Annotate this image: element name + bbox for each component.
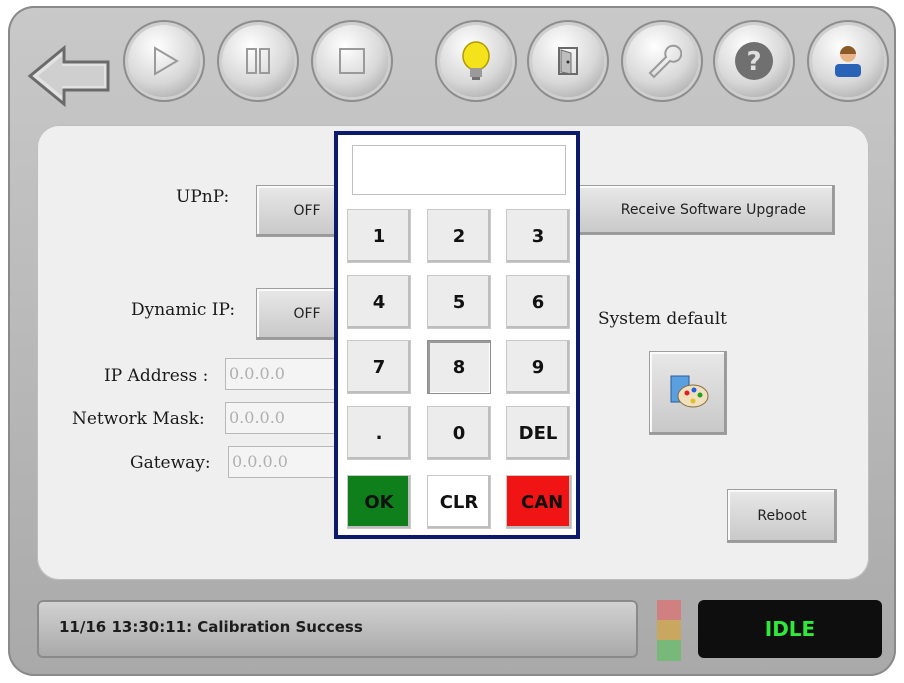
- status-light-green: [657, 640, 681, 661]
- dynamic-ip-label: Dynamic IP:: [131, 300, 236, 320]
- system-default-label: System default: [598, 309, 727, 329]
- help-button[interactable]: ?: [718, 25, 790, 97]
- key-0[interactable]: 0: [427, 406, 491, 460]
- cancel-button[interactable]: CAN: [506, 475, 572, 529]
- key-1[interactable]: 1: [347, 209, 411, 263]
- pause-button[interactable]: [222, 25, 294, 97]
- user-button[interactable]: [812, 25, 884, 97]
- settings-button[interactable]: [626, 25, 698, 97]
- user-icon: [826, 39, 870, 83]
- status-message: 11/16 13:30:11: Calibration Success: [59, 618, 363, 636]
- wrench-icon: [642, 41, 682, 81]
- upnp-label: UPnP:: [176, 187, 230, 207]
- machine-state-indicator: IDLE: [698, 600, 882, 658]
- light-button[interactable]: [440, 25, 512, 97]
- gateway-field[interactable]: 0.0.0.0: [228, 446, 338, 478]
- door-button[interactable]: [532, 25, 604, 97]
- key-8[interactable]: 8: [427, 340, 491, 394]
- help-icon: ?: [732, 39, 776, 83]
- key-decimal[interactable]: .: [347, 406, 411, 460]
- network-mask-field[interactable]: 0.0.0.0: [225, 402, 338, 434]
- gateway-label: Gateway:: [130, 453, 211, 473]
- status-message-bar: 11/16 13:30:11: Calibration Success: [37, 600, 638, 658]
- palette-icon: [665, 368, 711, 418]
- play-button[interactable]: [128, 25, 200, 97]
- door-icon: [551, 44, 585, 78]
- key-delete[interactable]: DEL: [506, 406, 570, 460]
- ok-button[interactable]: OK: [347, 475, 411, 529]
- machine-state-text: IDLE: [764, 617, 816, 641]
- reboot-button[interactable]: Reboot: [727, 489, 837, 543]
- key-2[interactable]: 2: [427, 209, 491, 263]
- back-arrow-icon[interactable]: [24, 44, 112, 108]
- ip-address-field[interactable]: 0.0.0.0: [225, 358, 338, 390]
- key-7[interactable]: 7: [347, 340, 411, 394]
- receive-upgrade-label: Receive Software Upgrade: [620, 202, 806, 218]
- stop-icon: [335, 44, 369, 78]
- keypad-display[interactable]: [352, 145, 566, 195]
- svg-text:?: ?: [746, 47, 761, 77]
- numeric-keypad: 1 2 3 4 5 6 7 8 9 . 0 DEL OK CLR CAN: [334, 131, 580, 539]
- status-light-red: [657, 600, 681, 621]
- key-6[interactable]: 6: [506, 275, 570, 329]
- pause-icon: [241, 44, 275, 78]
- status-light-yellow: [657, 620, 681, 641]
- system-default-button[interactable]: [649, 351, 727, 435]
- play-icon: [147, 44, 181, 78]
- network-mask-label: Network Mask:: [72, 409, 205, 429]
- key-9[interactable]: 9: [506, 340, 570, 394]
- receive-software-upgrade-button[interactable]: Receive Software Upgrade: [560, 185, 835, 235]
- key-5[interactable]: 5: [427, 275, 491, 329]
- stop-button[interactable]: [316, 25, 388, 97]
- ip-address-label: IP Address :: [104, 366, 209, 386]
- key-4[interactable]: 4: [347, 275, 411, 329]
- lightbulb-icon: [456, 39, 496, 83]
- clear-button[interactable]: CLR: [427, 475, 491, 529]
- key-3[interactable]: 3: [506, 209, 570, 263]
